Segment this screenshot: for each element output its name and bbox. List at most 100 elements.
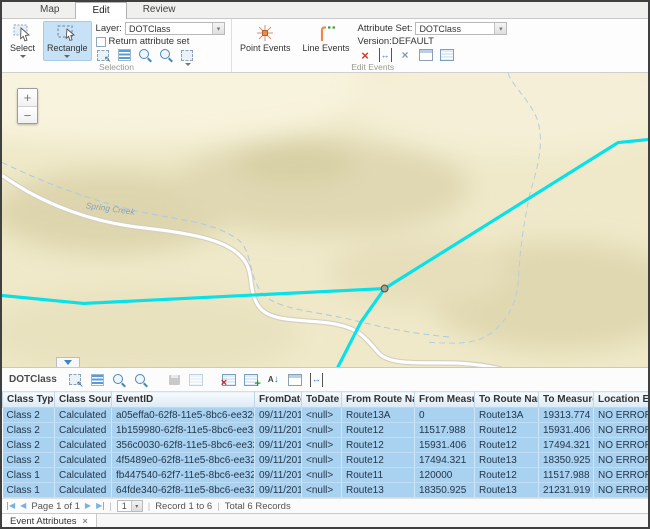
attribute-form-icon[interactable] xyxy=(288,373,303,387)
column-header-fromdate[interactable]: FromDate xyxy=(255,392,302,408)
chevron-down-icon[interactable]: ▾ xyxy=(131,501,142,511)
cell: 09/11/2015 xyxy=(255,453,302,468)
table-row[interactable]: Class 1Calculated64fde340-62f8-11e5-8bc6… xyxy=(3,483,649,498)
zoom-to-selection-icon[interactable] xyxy=(138,48,153,62)
cell: Route12 xyxy=(342,453,415,468)
column-header-todate[interactable]: ToDate xyxy=(302,392,342,408)
chevron-down-icon[interactable]: ▾ xyxy=(494,23,506,34)
layer-dropdown[interactable]: DOTClass ▾ xyxy=(125,22,225,35)
pan-to-selected-icon[interactable] xyxy=(134,373,149,387)
cell: NO ERROR xyxy=(594,453,649,468)
page-number-value: 1 xyxy=(118,501,131,511)
last-page-icon[interactable]: ▶ xyxy=(96,502,104,510)
cell: 15931.406 xyxy=(415,438,475,453)
cell: Route13 xyxy=(342,483,415,498)
table-row[interactable]: Class 2Calculated1b159980-62f8-11e5-8bc6… xyxy=(3,423,649,438)
column-header-from-measure[interactable]: From Measure xyxy=(415,392,475,408)
event-table-header-row: Class TypeClass SourceEventIDFromDateToD… xyxy=(3,392,649,408)
table-toolbar: DOTClass xyxy=(2,367,648,391)
event-table-body: Class 2Calculateda05effa0-62f8-11e5-8bc6… xyxy=(3,408,649,498)
layer-label: Layer: xyxy=(96,23,122,34)
cell: 64fde340-62f8-11e5-8bc6-ee32641d5ec9 xyxy=(112,483,255,498)
column-header-class-source[interactable]: Class Source xyxy=(55,392,112,408)
line-events-label: Line Events xyxy=(302,44,349,53)
table-row[interactable]: Class 1Calculatedfb447540-62f7-11e5-8bc6… xyxy=(3,468,649,483)
chevron-down-icon[interactable]: ▾ xyxy=(212,23,224,34)
map-canvas[interactable]: Spring Creek + − xyxy=(2,73,648,367)
collapse-triangle-icon xyxy=(64,360,72,365)
select-records-icon[interactable] xyxy=(68,373,83,387)
cell: Calculated xyxy=(55,453,112,468)
cell: NO ERROR xyxy=(594,438,649,453)
tab-event-attributes[interactable]: Event Attributes × xyxy=(2,514,97,528)
cell: Calculated xyxy=(55,483,112,498)
attribute-set-dropdown[interactable]: DOTClass ▾ xyxy=(415,22,507,35)
event-attribute-table: Class TypeClass SourceEventIDFromDateToD… xyxy=(2,391,649,498)
tab-map[interactable]: Map xyxy=(24,2,75,18)
cell: NO ERROR xyxy=(594,483,649,498)
add-records-icon[interactable] xyxy=(244,373,259,387)
table-row[interactable]: Class 2Calculated356c0030-62f8-11e5-8bc6… xyxy=(3,438,649,453)
collapse-table-panel-button[interactable] xyxy=(56,357,80,367)
layer-dropdown-value: DOTClass xyxy=(126,23,212,34)
event-table-icon[interactable] xyxy=(440,48,455,62)
cell: 17494.321 xyxy=(539,438,594,453)
cell: Calculated xyxy=(55,408,112,423)
point-events-button[interactable]: Point Events xyxy=(236,21,295,61)
zoom-to-selected-icon[interactable] xyxy=(112,373,127,387)
select-button[interactable]: Select xyxy=(6,21,39,61)
previous-page-icon[interactable]: ◀ xyxy=(20,502,26,510)
total-records-text: Total 6 Records xyxy=(225,501,291,512)
edit-grid-icon[interactable] xyxy=(189,373,204,387)
column-header-to-route-name[interactable]: To Route Name xyxy=(475,392,539,408)
column-header-class-type[interactable]: Class Type xyxy=(3,392,55,408)
event-attributes-tab-label: Event Attributes xyxy=(10,516,77,527)
save-edits-icon[interactable] xyxy=(167,373,182,387)
delete-records-icon[interactable] xyxy=(222,373,237,387)
column-header-to-measure[interactable]: To Measure xyxy=(539,392,594,408)
clear-selection-icon[interactable] xyxy=(180,48,195,62)
event-form-icon[interactable] xyxy=(419,48,434,62)
rectangle-label: Rectangle xyxy=(47,44,88,53)
tab-review[interactable]: Review xyxy=(127,2,192,18)
cell: Class 1 xyxy=(3,468,55,483)
sort-records-icon[interactable] xyxy=(266,373,281,387)
selection-list-icon[interactable] xyxy=(117,48,132,62)
cell: Route13A xyxy=(475,408,539,423)
event-editor-window: Map Edit Review Select xyxy=(0,0,650,529)
next-page-icon[interactable]: ▶ xyxy=(85,502,91,510)
cell: 18350.925 xyxy=(539,453,594,468)
line-events-button[interactable]: Line Events xyxy=(298,21,353,61)
snap-event-icon[interactable] xyxy=(398,48,413,62)
table-row[interactable]: Class 2Calculateda05effa0-62f8-11e5-8bc6… xyxy=(3,408,649,423)
pagination-bar: ◀ ◀ Page 1 of 1 ▶ ▶ | 1 ▾ | Record 1 to … xyxy=(2,498,648,513)
column-header-location-error[interactable]: Location Error xyxy=(594,392,649,408)
return-attribute-set-checkbox[interactable] xyxy=(96,37,106,47)
column-header-eventid[interactable]: EventID xyxy=(112,392,255,408)
measure-event-icon[interactable] xyxy=(379,48,392,62)
cell: Class 1 xyxy=(3,483,55,498)
select-dropdown-caret-icon[interactable] xyxy=(20,55,26,58)
cell: 1b159980-62f8-11e5-8bc6-ee32641d5ec9 xyxy=(112,423,255,438)
table-row[interactable]: Class 2Calculated4f5489e0-62f8-11e5-8bc6… xyxy=(3,453,649,468)
first-page-icon[interactable]: ◀ xyxy=(7,502,15,510)
close-icon[interactable]: × xyxy=(83,516,88,526)
rectangle-select-icon xyxy=(56,23,78,43)
cell: 09/11/2015 xyxy=(255,468,302,483)
page-number-dropdown[interactable]: 1 ▾ xyxy=(117,500,143,512)
show-selected-records-icon[interactable] xyxy=(90,373,105,387)
zoom-in-button[interactable]: + xyxy=(18,89,37,106)
pan-to-selection-icon[interactable] xyxy=(159,48,174,62)
tab-edit[interactable]: Edit xyxy=(75,2,126,19)
ribbon-tabstrip: Map Edit Review xyxy=(2,2,648,19)
delete-event-icon[interactable] xyxy=(358,48,373,62)
measure-view-icon[interactable] xyxy=(310,373,323,387)
map-basemap: Spring Creek xyxy=(2,73,648,367)
select-features-icon[interactable] xyxy=(96,48,111,62)
route-junction-marker xyxy=(381,285,388,292)
rectangle-select-button[interactable]: Rectangle xyxy=(43,21,92,61)
zoom-out-button[interactable]: − xyxy=(18,106,37,123)
rectangle-dropdown-caret-icon[interactable] xyxy=(64,55,70,58)
cell: <null> xyxy=(302,408,342,423)
column-header-from-route-name[interactable]: From Route Name xyxy=(342,392,415,408)
